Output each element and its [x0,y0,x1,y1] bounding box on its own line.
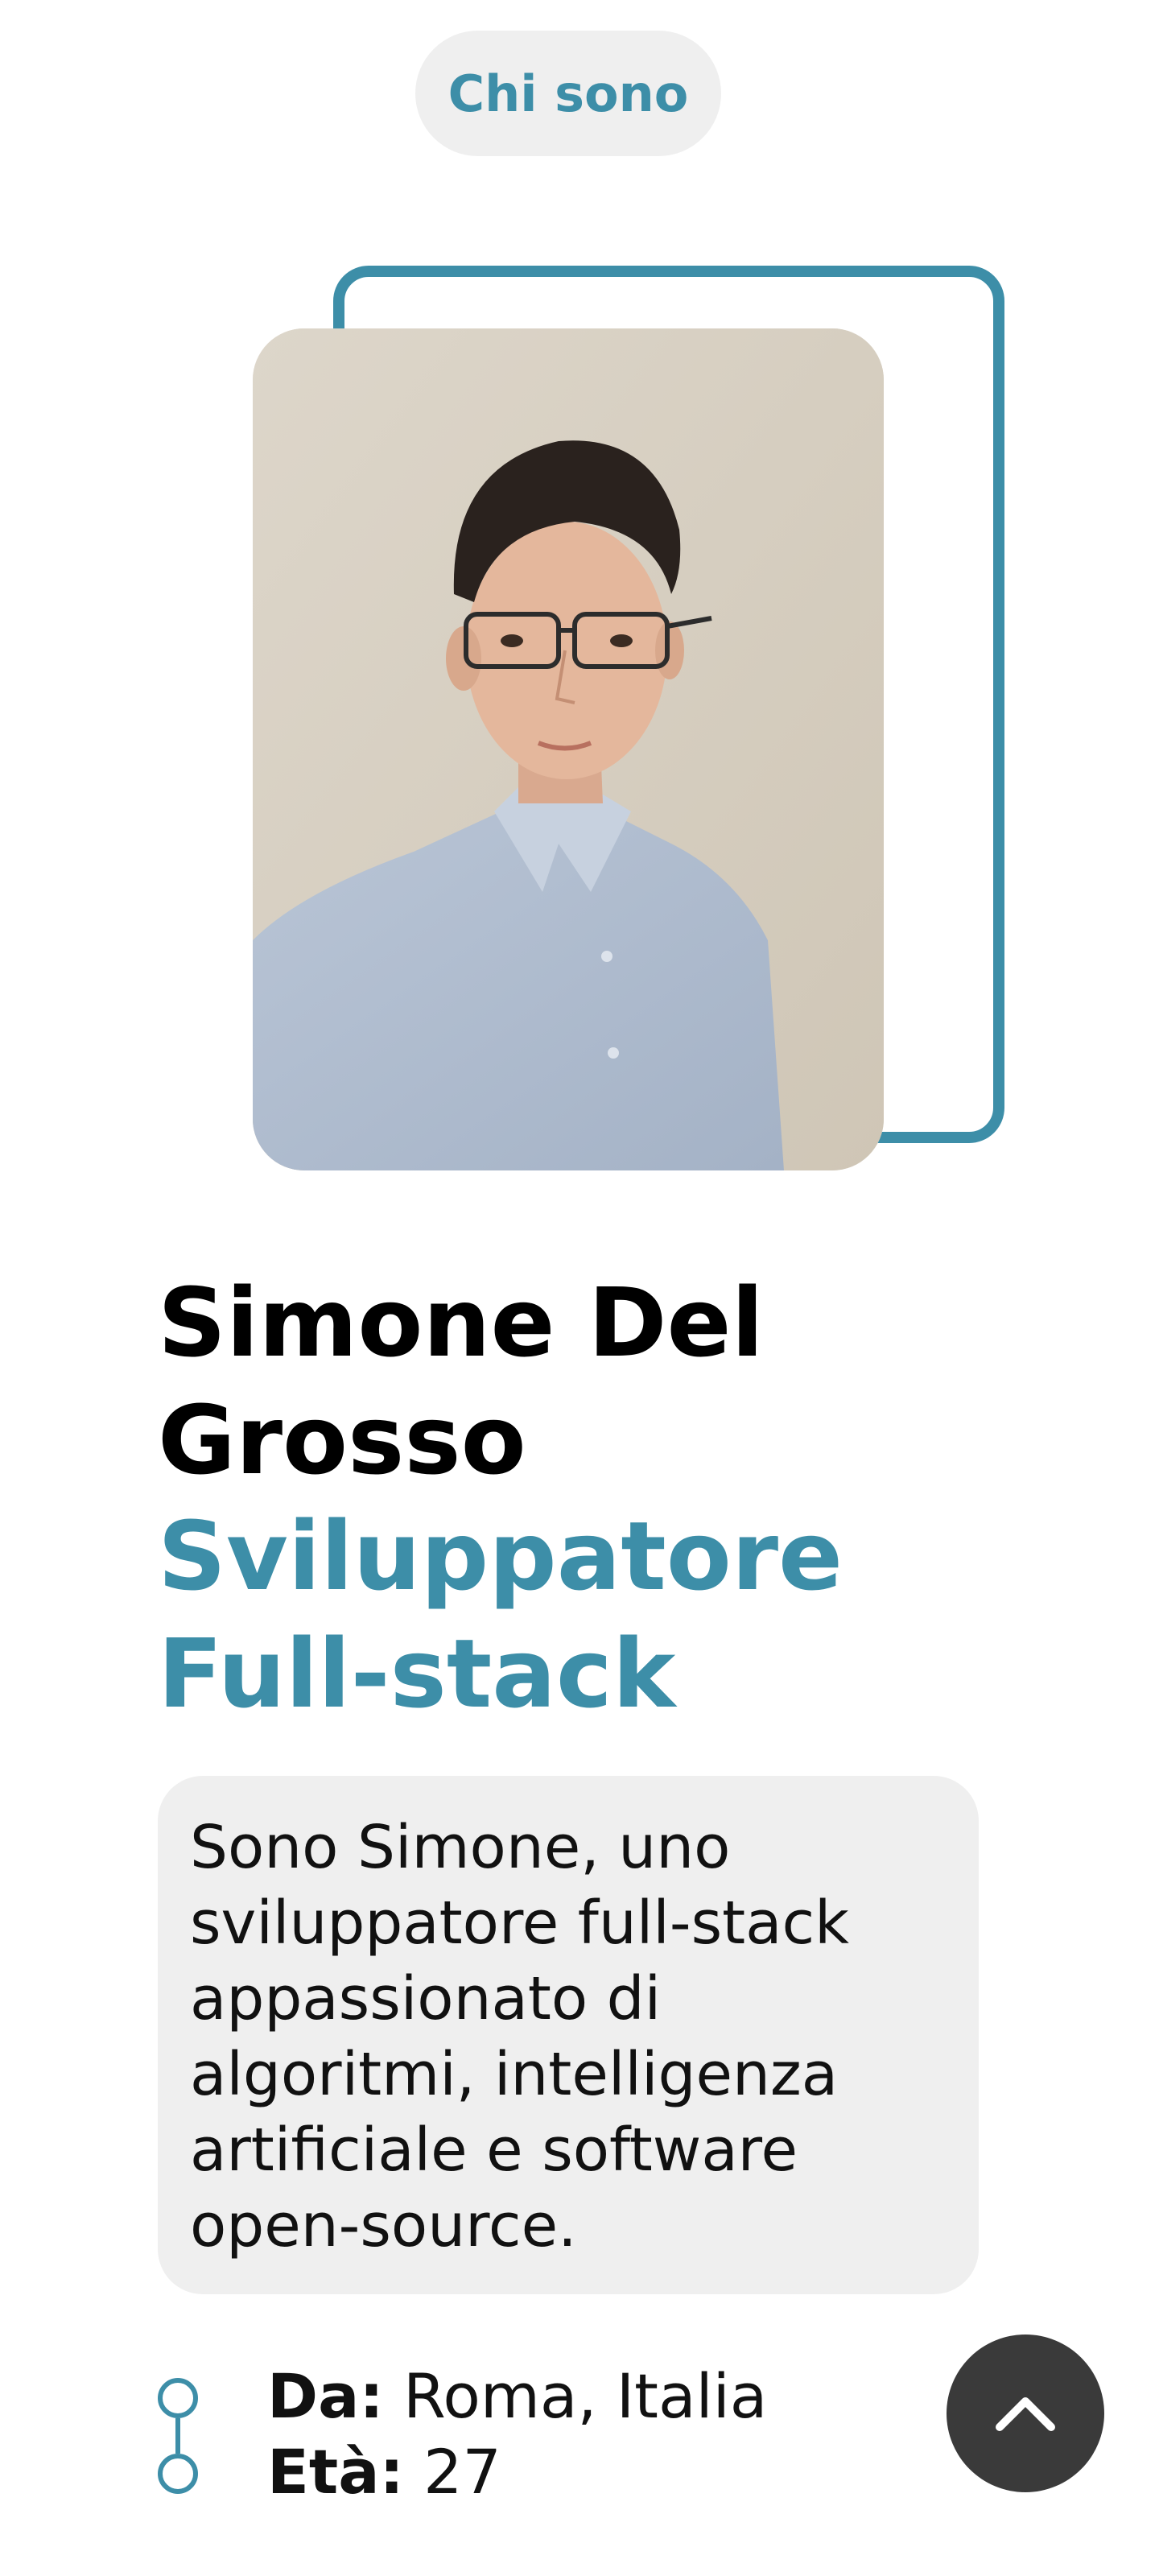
fact-origin-value: Roma, Italia [402,2360,768,2432]
section-title-pill: Chi sono [415,31,721,156]
scroll-to-top-button[interactable] [947,2334,1104,2492]
chevron-up-icon [996,2397,1055,2431]
fact-origin-label: Da: [267,2360,384,2432]
timeline-circle-icon [158,2454,198,2494]
timeline-circle-icon [158,2378,198,2418]
profile-photo-illustration [253,328,884,1170]
fact-origin-text: Da: Roma, Italia [267,2359,767,2434]
bio-card: Sono Simone, uno sviluppatore full-stack… [158,1776,979,2294]
profile-role: Sviluppatore Full-stack [158,1501,843,1729]
fact-age-text: Età: 27 [267,2434,501,2510]
personal-facts-list: Da: Roma, Italia Età: 27 [158,2359,963,2510]
profile-photo [253,328,884,1170]
fact-age-label: Età: [267,2436,404,2508]
fact-age-value: 27 [423,2436,501,2508]
fact-origin: Da: Roma, Italia [158,2359,963,2454]
fact-age: Età: 27 [158,2434,963,2510]
section-title: Chi sono [448,64,689,123]
about-page: Chi sono Simone Del Grosso Sviluppatore … [0,0,1159,2576]
bio-text: Sono Simone, uno sviluppatore full-stack… [190,1813,850,2260]
profile-name: Simone Del Grosso [158,1267,764,1496]
